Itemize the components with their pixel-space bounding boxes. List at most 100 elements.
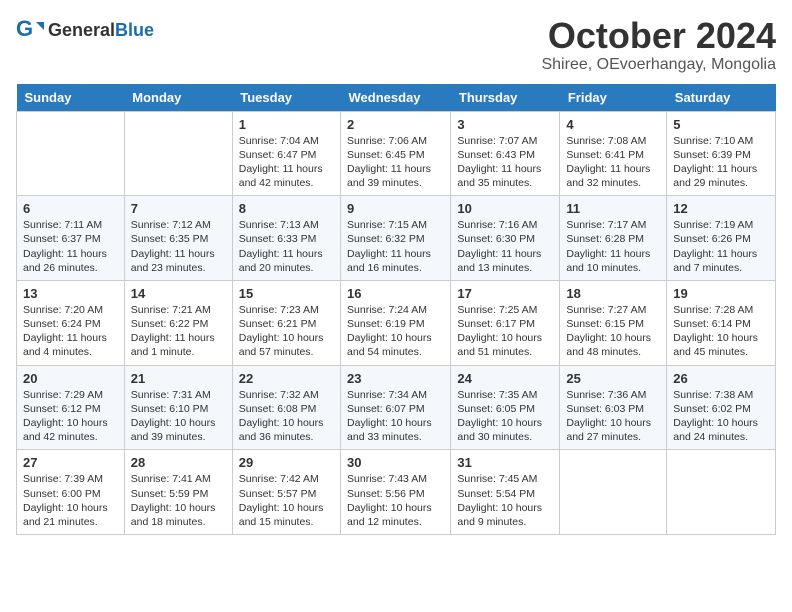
cell-day-number: 18 — [566, 286, 660, 301]
weekday-header-row: SundayMondayTuesdayWednesdayThursdayFrid… — [17, 84, 776, 112]
cell-info-text: Sunrise: 7:21 AM Sunset: 6:22 PM Dayligh… — [131, 303, 226, 360]
cell-day-number: 16 — [347, 286, 444, 301]
calendar-cell: 18 Sunrise: 7:27 AM Sunset: 6:15 PM Dayli… — [560, 280, 667, 365]
cell-info-text: Sunrise: 7:38 AM Sunset: 6:02 PM Dayligh… — [673, 388, 769, 445]
cell-info-text: Sunrise: 7:11 AM Sunset: 6:37 PM Dayligh… — [23, 218, 118, 275]
calendar-week-1: 6 Sunrise: 7:11 AM Sunset: 6:37 PM Daylig… — [17, 196, 776, 281]
calendar-cell: 24Sunrise: 7:35 AM Sunset: 6:05 PM Dayli… — [451, 365, 560, 450]
calendar-cell: 23 Sunrise: 7:34 AM Sunset: 6:07 PM Dayli… — [341, 365, 451, 450]
cell-info-text: Sunrise: 7:28 AM Sunset: 6:14 PM Dayligh… — [673, 303, 769, 360]
calendar-cell: 22 Sunrise: 7:32 AM Sunset: 6:08 PM Dayli… — [232, 365, 340, 450]
cell-info-text: Sunrise: 7:25 AM Sunset: 6:17 PM Dayligh… — [457, 303, 553, 360]
logo-icon: G — [16, 16, 44, 44]
cell-info-text: Sunrise: 7:06 AM Sunset: 6:45 PM Dayligh… — [347, 134, 444, 191]
calendar-cell: 28 Sunrise: 7:41 AM Sunset: 5:59 PM Dayli… — [124, 450, 232, 535]
cell-day-number: 29 — [239, 455, 334, 470]
calendar-week-3: 20 Sunrise: 7:29 AM Sunset: 6:12 PM Dayli… — [17, 365, 776, 450]
calendar-cell: 29 Sunrise: 7:42 AM Sunset: 5:57 PM Dayli… — [232, 450, 340, 535]
calendar-cell: 26 Sunrise: 7:38 AM Sunset: 6:02 PM Dayli… — [667, 365, 776, 450]
calendar-week-0: 1Sunrise: 7:04 AM Sunset: 6:47 PM Daylig… — [17, 111, 776, 196]
cell-info-text: Sunrise: 7:27 AM Sunset: 6:15 PM Dayligh… — [566, 303, 660, 360]
cell-info-text: Sunrise: 7:24 AM Sunset: 6:19 PM Dayligh… — [347, 303, 444, 360]
cell-info-text: Sunrise: 7:13 AM Sunset: 6:33 PM Dayligh… — [239, 218, 334, 275]
cell-info-text: Sunrise: 7:10 AM Sunset: 6:39 PM Dayligh… — [673, 134, 769, 191]
calendar-cell: 3Sunrise: 7:07 AM Sunset: 6:43 PM Daylig… — [451, 111, 560, 196]
cell-info-text: Sunrise: 7:39 AM Sunset: 6:00 PM Dayligh… — [23, 472, 118, 529]
cell-info-text: Sunrise: 7:45 AM Sunset: 5:54 PM Dayligh… — [457, 472, 553, 529]
cell-info-text: Sunrise: 7:17 AM Sunset: 6:28 PM Dayligh… — [566, 218, 660, 275]
cell-day-number: 27 — [23, 455, 118, 470]
calendar-cell: 13 Sunrise: 7:20 AM Sunset: 6:24 PM Dayli… — [17, 280, 125, 365]
weekday-header-saturday: Saturday — [667, 84, 776, 112]
cell-day-number: 23 — [347, 371, 444, 386]
calendar-cell — [124, 111, 232, 196]
calendar-cell: 31 Sunrise: 7:45 AM Sunset: 5:54 PM Dayli… — [451, 450, 560, 535]
cell-info-text: Sunrise: 7:04 AM Sunset: 6:47 PM Dayligh… — [239, 134, 334, 191]
weekday-header-monday: Monday — [124, 84, 232, 112]
logo: G GeneralBlue — [16, 16, 154, 44]
calendar-cell: 20 Sunrise: 7:29 AM Sunset: 6:12 PM Dayli… — [17, 365, 125, 450]
page-header: G GeneralBlue October 2024 Shiree, OEvoe… — [16, 16, 776, 74]
calendar-cell — [17, 111, 125, 196]
calendar-cell: 12Sunrise: 7:19 AM Sunset: 6:26 PM Dayli… — [667, 196, 776, 281]
cell-info-text: Sunrise: 7:23 AM Sunset: 6:21 PM Dayligh… — [239, 303, 334, 360]
location-title: Shiree, OEvoerhangay, Mongolia — [541, 56, 776, 74]
weekday-header-friday: Friday — [560, 84, 667, 112]
calendar-cell: 9Sunrise: 7:15 AM Sunset: 6:32 PM Daylig… — [341, 196, 451, 281]
calendar-cell: 15 Sunrise: 7:23 AM Sunset: 6:21 PM Dayli… — [232, 280, 340, 365]
calendar-cell: 11 Sunrise: 7:17 AM Sunset: 6:28 PM Dayli… — [560, 196, 667, 281]
cell-day-number: 26 — [673, 371, 769, 386]
cell-day-number: 31 — [457, 455, 553, 470]
cell-info-text: Sunrise: 7:16 AM Sunset: 6:30 PM Dayligh… — [457, 218, 553, 275]
cell-day-number: 2 — [347, 117, 444, 132]
weekday-header-sunday: Sunday — [17, 84, 125, 112]
title-area: October 2024 Shiree, OEvoerhangay, Mongo… — [541, 16, 776, 74]
calendar-cell: 27 Sunrise: 7:39 AM Sunset: 6:00 PM Dayli… — [17, 450, 125, 535]
calendar-cell: 17Sunrise: 7:25 AM Sunset: 6:17 PM Dayli… — [451, 280, 560, 365]
cell-day-number: 11 — [566, 201, 660, 216]
calendar-cell: 25Sunrise: 7:36 AM Sunset: 6:03 PM Dayli… — [560, 365, 667, 450]
cell-info-text: Sunrise: 7:29 AM Sunset: 6:12 PM Dayligh… — [23, 388, 118, 445]
cell-day-number: 9 — [347, 201, 444, 216]
weekday-header-thursday: Thursday — [451, 84, 560, 112]
cell-info-text: Sunrise: 7:42 AM Sunset: 5:57 PM Dayligh… — [239, 472, 334, 529]
cell-info-text: Sunrise: 7:20 AM Sunset: 6:24 PM Dayligh… — [23, 303, 118, 360]
cell-day-number: 22 — [239, 371, 334, 386]
cell-info-text: Sunrise: 7:32 AM Sunset: 6:08 PM Dayligh… — [239, 388, 334, 445]
calendar-cell: 19Sunrise: 7:28 AM Sunset: 6:14 PM Dayli… — [667, 280, 776, 365]
weekday-header-wednesday: Wednesday — [341, 84, 451, 112]
cell-info-text: Sunrise: 7:19 AM Sunset: 6:26 PM Dayligh… — [673, 218, 769, 275]
calendar-cell: 30Sunrise: 7:43 AM Sunset: 5:56 PM Dayli… — [341, 450, 451, 535]
cell-day-number: 14 — [131, 286, 226, 301]
cell-day-number: 13 — [23, 286, 118, 301]
cell-day-number: 6 — [23, 201, 118, 216]
cell-day-number: 15 — [239, 286, 334, 301]
calendar-cell: 21 Sunrise: 7:31 AM Sunset: 6:10 PM Dayli… — [124, 365, 232, 450]
cell-day-number: 5 — [673, 117, 769, 132]
cell-day-number: 7 — [131, 201, 226, 216]
calendar-cell: 2 Sunrise: 7:06 AM Sunset: 6:45 PM Daylig… — [341, 111, 451, 196]
cell-day-number: 21 — [131, 371, 226, 386]
cell-info-text: Sunrise: 7:35 AM Sunset: 6:05 PM Dayligh… — [457, 388, 553, 445]
logo-general-text: General — [48, 20, 115, 40]
calendar-cell: 16 Sunrise: 7:24 AM Sunset: 6:19 PM Dayli… — [341, 280, 451, 365]
cell-info-text: Sunrise: 7:08 AM Sunset: 6:41 PM Dayligh… — [566, 134, 660, 191]
calendar-cell: 7Sunrise: 7:12 AM Sunset: 6:35 PM Daylig… — [124, 196, 232, 281]
calendar-week-2: 13 Sunrise: 7:20 AM Sunset: 6:24 PM Dayli… — [17, 280, 776, 365]
cell-info-text: Sunrise: 7:36 AM Sunset: 6:03 PM Dayligh… — [566, 388, 660, 445]
cell-day-number: 4 — [566, 117, 660, 132]
weekday-header-tuesday: Tuesday — [232, 84, 340, 112]
calendar-cell: 4 Sunrise: 7:08 AM Sunset: 6:41 PM Daylig… — [560, 111, 667, 196]
cell-day-number: 20 — [23, 371, 118, 386]
cell-info-text: Sunrise: 7:31 AM Sunset: 6:10 PM Dayligh… — [131, 388, 226, 445]
calendar-cell: 6 Sunrise: 7:11 AM Sunset: 6:37 PM Daylig… — [17, 196, 125, 281]
cell-info-text: Sunrise: 7:41 AM Sunset: 5:59 PM Dayligh… — [131, 472, 226, 529]
calendar-cell: 14 Sunrise: 7:21 AM Sunset: 6:22 PM Dayli… — [124, 280, 232, 365]
cell-day-number: 10 — [457, 201, 553, 216]
cell-day-number: 28 — [131, 455, 226, 470]
cell-day-number: 3 — [457, 117, 553, 132]
calendar-week-4: 27 Sunrise: 7:39 AM Sunset: 6:00 PM Dayli… — [17, 450, 776, 535]
month-title: October 2024 — [541, 16, 776, 56]
cell-day-number: 8 — [239, 201, 334, 216]
cell-info-text: Sunrise: 7:34 AM Sunset: 6:07 PM Dayligh… — [347, 388, 444, 445]
